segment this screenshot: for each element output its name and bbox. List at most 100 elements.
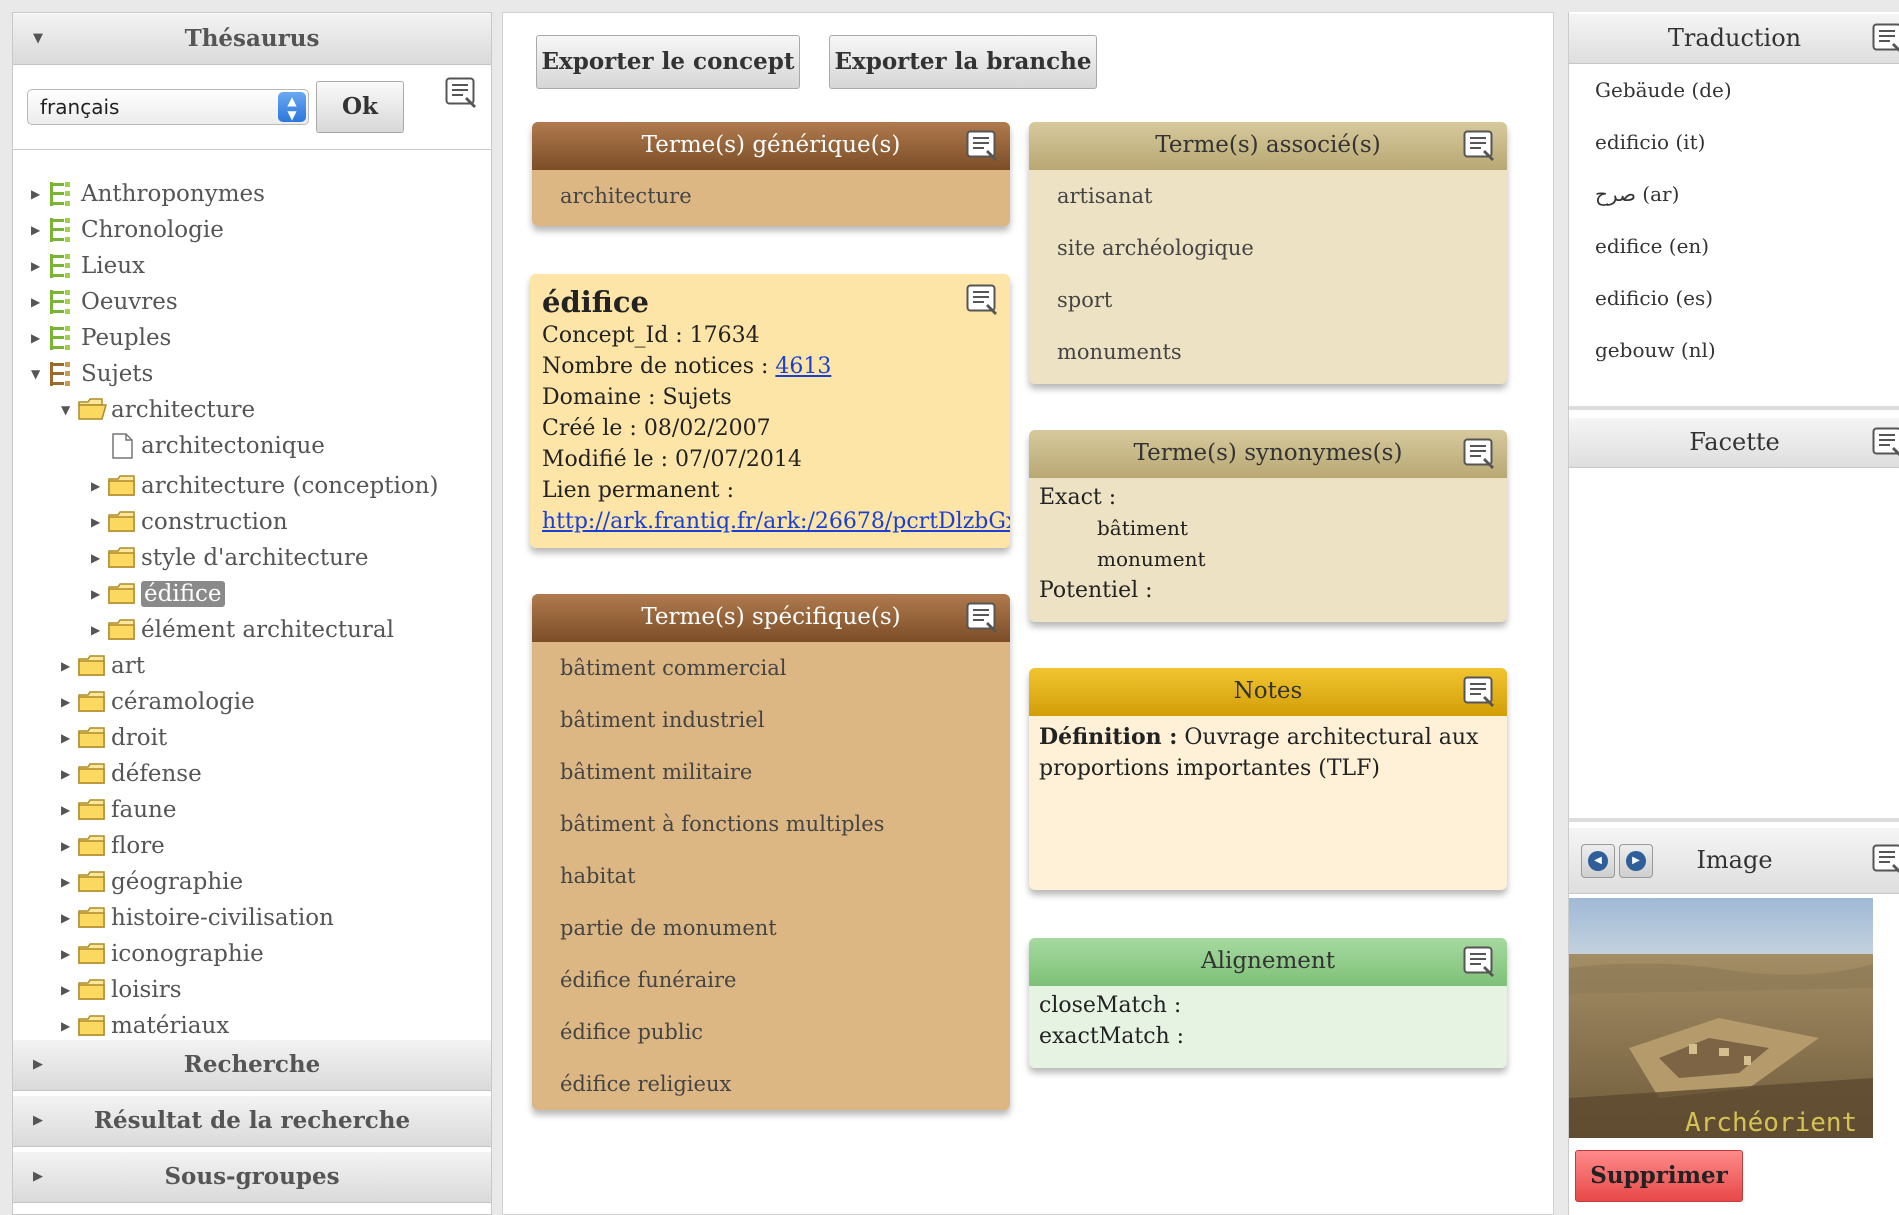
associated-term-link[interactable]: artisanat bbox=[1057, 170, 1479, 222]
expand-triangle-icon[interactable]: ▶ bbox=[31, 321, 47, 355]
tree-node-lieux[interactable]: ▶ Lieux bbox=[31, 248, 145, 282]
expand-triangle-icon[interactable]: ▶ bbox=[91, 577, 107, 611]
menu-edit-icon[interactable] bbox=[1463, 438, 1497, 470]
tree-node-defense[interactable]: ▶ défense bbox=[61, 756, 202, 790]
tree-node-architecture[interactable]: ▼ architecture bbox=[61, 392, 255, 426]
expand-triangle-icon[interactable]: ▶ bbox=[61, 1009, 77, 1039]
specific-term-link[interactable]: bâtiment militaire bbox=[560, 746, 982, 798]
tree-node-chronologie[interactable]: ▶ Chronologie bbox=[31, 212, 224, 246]
translation-item[interactable]: Gebäude (de) bbox=[1595, 78, 1732, 102]
menu-edit-icon[interactable] bbox=[966, 130, 1000, 162]
tree-node-architecture-conception[interactable]: ▶ architecture (conception) bbox=[91, 468, 438, 502]
expand-triangle-icon[interactable]: ▶ bbox=[91, 541, 107, 575]
translation-item[interactable]: صرح (ar) bbox=[1595, 182, 1679, 206]
associated-term-link[interactable]: site archéologique bbox=[1057, 222, 1479, 274]
menu-edit-icon[interactable] bbox=[1872, 23, 1899, 55]
tree-node-oeuvres[interactable]: ▶ Oeuvres bbox=[31, 284, 178, 318]
concept-title: édifice bbox=[542, 285, 649, 319]
tree-node-geographie[interactable]: ▶ géographie bbox=[61, 864, 243, 898]
specific-term-link[interactable]: bâtiment à fonctions multiples bbox=[560, 798, 982, 850]
specific-term-link[interactable]: édifice public bbox=[560, 1006, 982, 1058]
menu-edit-icon[interactable] bbox=[1463, 130, 1497, 162]
expand-triangle-icon[interactable]: ▶ bbox=[91, 505, 107, 539]
menu-edit-icon[interactable] bbox=[966, 284, 1000, 316]
specific-term-link[interactable]: habitat bbox=[560, 850, 982, 902]
expand-triangle-icon[interactable]: ▶ bbox=[61, 721, 77, 755]
results-section-header[interactable]: ▶ Résultat de la recherche bbox=[13, 1095, 491, 1147]
menu-edit-icon[interactable] bbox=[966, 602, 1000, 634]
collapse-triangle-icon[interactable]: ▼ bbox=[31, 357, 47, 391]
folder-icon bbox=[77, 1013, 107, 1039]
previous-image-button[interactable]: ◀ bbox=[1581, 844, 1615, 878]
expand-triangle-icon[interactable]: ▶ bbox=[61, 901, 77, 935]
next-image-button[interactable]: ▶ bbox=[1619, 844, 1653, 878]
tree-node-art[interactable]: ▶ art bbox=[61, 648, 145, 682]
notice-count-link[interactable]: 4613 bbox=[775, 354, 831, 379]
tree-node-edifice[interactable]: ▶ édifice bbox=[91, 576, 225, 610]
tree-node-flore[interactable]: ▶ flore bbox=[61, 828, 165, 862]
panel-splitter[interactable] bbox=[1569, 406, 1899, 410]
subgroups-section-header[interactable]: ▶ Sous-groupes bbox=[13, 1151, 491, 1203]
expand-triangle-icon[interactable]: ▶ bbox=[61, 829, 77, 863]
expand-triangle-icon[interactable]: ▶ bbox=[31, 177, 47, 211]
select-arrows-icon: ▲ ▼ bbox=[278, 92, 306, 122]
tree-node-architectonique[interactable]: architectonique bbox=[91, 428, 325, 462]
permalink-link[interactable]: http://ark.frantiq.fr/ark:/26678/pcrtDlz… bbox=[542, 509, 1010, 534]
translation-item[interactable]: edifice (en) bbox=[1595, 234, 1709, 258]
delete-image-button[interactable]: Supprimer bbox=[1575, 1150, 1743, 1202]
exact-synonym[interactable]: bâtiment bbox=[1039, 513, 1497, 544]
expand-triangle-icon[interactable]: ▶ bbox=[61, 973, 77, 1007]
menu-edit-icon[interactable] bbox=[1872, 427, 1899, 459]
tree-node-iconographie[interactable]: ▶ iconographie bbox=[61, 936, 264, 970]
menu-edit-icon[interactable] bbox=[1872, 844, 1899, 876]
expand-triangle-icon[interactable]: ▶ bbox=[31, 213, 47, 247]
panel-splitter[interactable] bbox=[1569, 818, 1899, 822]
tree-node-element-architectural[interactable]: ▶ élément architectural bbox=[91, 612, 394, 646]
expand-triangle-icon[interactable]: ▶ bbox=[61, 937, 77, 971]
associated-term-link[interactable]: sport bbox=[1057, 274, 1479, 326]
expand-triangle-icon[interactable]: ▶ bbox=[91, 469, 107, 503]
menu-edit-icon[interactable] bbox=[1463, 676, 1497, 708]
specific-term-link[interactable]: bâtiment commercial bbox=[560, 642, 982, 694]
expand-triangle-icon[interactable]: ▶ bbox=[61, 793, 77, 827]
associated-term-link[interactable]: monuments bbox=[1057, 326, 1479, 378]
expand-triangle-icon[interactable]: ▶ bbox=[91, 613, 107, 647]
expand-triangle-icon[interactable]: ▶ bbox=[31, 249, 47, 283]
translation-item[interactable]: edificio (es) bbox=[1595, 286, 1713, 310]
generic-term-link[interactable]: architecture bbox=[560, 170, 982, 222]
tree-node-style-architecture[interactable]: ▶ style d'architecture bbox=[91, 540, 369, 574]
translation-item[interactable]: gebouw (nl) bbox=[1595, 338, 1716, 362]
tree-node-ceramologie[interactable]: ▶ céramologie bbox=[61, 684, 255, 718]
tree-node-sujets[interactable]: ▼ Sujets bbox=[31, 356, 153, 390]
specific-term-link[interactable]: partie de monument bbox=[560, 902, 982, 954]
specific-term-link[interactable]: édifice religieux bbox=[560, 1058, 982, 1110]
tree-node-loisirs[interactable]: ▶ loisirs bbox=[61, 972, 182, 1006]
folder-icon bbox=[107, 581, 137, 607]
expand-triangle-icon[interactable]: ▶ bbox=[61, 757, 77, 791]
expand-triangle-icon[interactable]: ▶ bbox=[61, 649, 77, 683]
tree-node-construction[interactable]: ▶ construction bbox=[91, 504, 288, 538]
tree-node-materiaux[interactable]: ▶ matériaux bbox=[61, 1008, 229, 1039]
translation-item[interactable]: edificio (it) bbox=[1595, 130, 1705, 154]
exact-synonym[interactable]: monument bbox=[1039, 544, 1497, 575]
export-concept-button[interactable]: Exporter le concept bbox=[536, 35, 800, 89]
expand-triangle-icon[interactable]: ▶ bbox=[61, 685, 77, 719]
search-section-header[interactable]: ▶ Recherche bbox=[13, 1039, 491, 1091]
tree-node-histoire-civilisation[interactable]: ▶ histoire-civilisation bbox=[61, 900, 334, 934]
tree-node-faune[interactable]: ▶ faune bbox=[61, 792, 176, 826]
language-select[interactable]: français ▲ ▼ bbox=[27, 89, 309, 125]
tree-node-droit[interactable]: ▶ droit bbox=[61, 720, 167, 754]
menu-edit-icon[interactable] bbox=[1463, 946, 1497, 978]
expand-triangle-icon[interactable]: ▶ bbox=[31, 285, 47, 319]
menu-edit-icon[interactable] bbox=[445, 77, 479, 109]
tree-node-anthroponymes[interactable]: ▶ Anthroponymes bbox=[31, 176, 265, 210]
ok-button[interactable]: Ok bbox=[316, 81, 404, 133]
specific-term-link[interactable]: bâtiment industriel bbox=[560, 694, 982, 746]
thesaurus-header[interactable]: ▼ Thésaurus bbox=[13, 13, 491, 65]
tree-node-peuples[interactable]: ▶ Peuples bbox=[31, 320, 171, 354]
expand-triangle-icon[interactable]: ▶ bbox=[61, 865, 77, 899]
synonyms-box: Terme(s) synonymes(s) Exact : bâtiment m… bbox=[1029, 430, 1507, 622]
specific-term-link[interactable]: édifice funéraire bbox=[560, 954, 982, 1006]
collapse-triangle-icon[interactable]: ▼ bbox=[61, 393, 77, 427]
export-branch-button[interactable]: Exporter la branche bbox=[829, 35, 1097, 89]
